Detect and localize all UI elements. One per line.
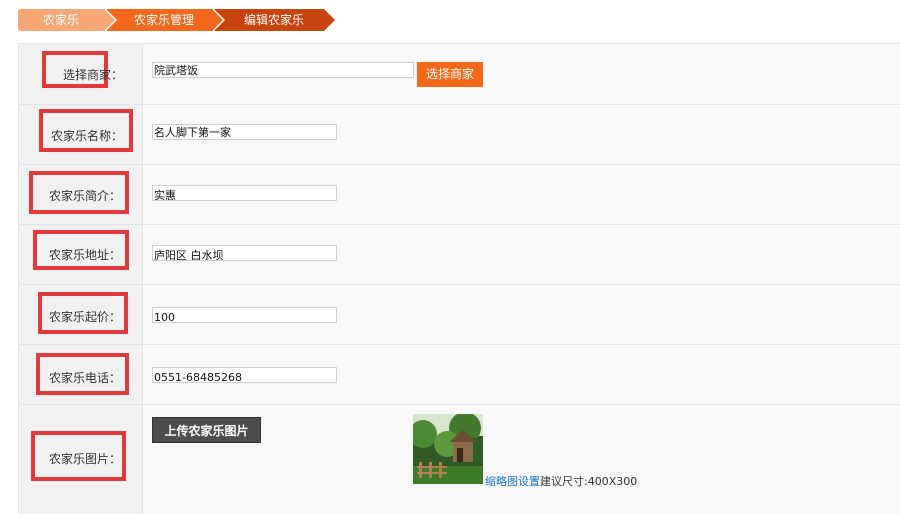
phone-input[interactable]: 0551-68485268 [152,367,337,383]
row-label-cell: 农家乐起价： [19,285,143,344]
price-input[interactable]: 100 [152,307,337,323]
phone-label: 农家乐电话： [48,371,121,385]
row-label-cell: 选择商家： [19,44,143,104]
form-row-image: 农家乐图片： 上传农家乐图片 缩略图设置 建议尺寸:400X300 [19,405,900,514]
name-input[interactable]: 名人脚下第一家 [152,124,337,140]
breadcrumb-item-home[interactable]: 农家乐 [18,8,117,32]
breadcrumb-item-label: 农家乐管理 [133,13,194,27]
thumbnail-settings-link[interactable]: 缩略图设置 [485,473,540,489]
form-row-name: 农家乐名称： 名人脚下第一家 [19,105,900,165]
address-input[interactable]: 庐阳区 白水坝 [152,245,337,261]
form-row-phone: 农家乐电话： 0551-68485268 [19,345,900,405]
row-value-cell: 上传农家乐图片 缩略图设置 建议尺寸:400X300 [143,405,900,514]
merchant-label: 选择商家： [62,68,123,82]
row-value-cell: 庐阳区 白水坝 [143,225,900,284]
upload-image-button[interactable]: 上传农家乐图片 [152,417,261,443]
row-label-cell: 农家乐地址： [19,225,143,284]
breadcrumb-item-label: 编辑农家乐 [243,13,304,27]
edit-form: 选择商家： 院武塔饭 选择商家 农家乐名称： 名人脚下第一家 农家乐简介： 实惠… [18,43,900,514]
merchant-input[interactable]: 院武塔饭 [152,62,414,78]
select-merchant-button[interactable]: 选择商家 [417,62,483,87]
form-row-merchant: 选择商家： 院武塔饭 选择商家 [19,44,900,105]
form-row-price: 农家乐起价： 100 [19,285,900,345]
garden-photo-icon[interactable] [413,414,483,484]
breadcrumb-item-label: 农家乐 [42,13,79,27]
price-label: 农家乐起价： [48,310,121,324]
intro-label: 农家乐简介： [48,189,121,203]
size-hint: 建议尺寸:400X300 [540,475,638,488]
row-label-cell: 农家乐名称： [19,105,143,164]
form-row-address: 农家乐地址： 庐阳区 白水坝 [19,225,900,285]
row-value-cell: 0551-68485268 [143,345,900,404]
row-label-cell: 农家乐图片： [19,405,143,514]
row-label-cell: 农家乐电话： [19,345,143,404]
row-value-cell: 院武塔饭 选择商家 [143,44,900,104]
row-label-cell: 农家乐简介： [19,165,143,224]
name-label: 农家乐名称： [50,129,123,143]
intro-input[interactable]: 实惠 [152,185,337,201]
row-value-cell: 实惠 [143,165,900,224]
image-label: 农家乐图片： [48,452,121,466]
row-value-cell: 100 [143,285,900,344]
breadcrumb-item-edit[interactable]: 编辑农家乐 [212,8,337,32]
thumbnail-image [413,414,483,484]
form-row-intro: 农家乐简介： 实惠 [19,165,900,225]
address-label: 农家乐地址： [48,248,121,262]
breadcrumb-item-manage[interactable]: 农家乐管理 [104,8,225,32]
row-value-cell: 名人脚下第一家 [143,105,900,164]
